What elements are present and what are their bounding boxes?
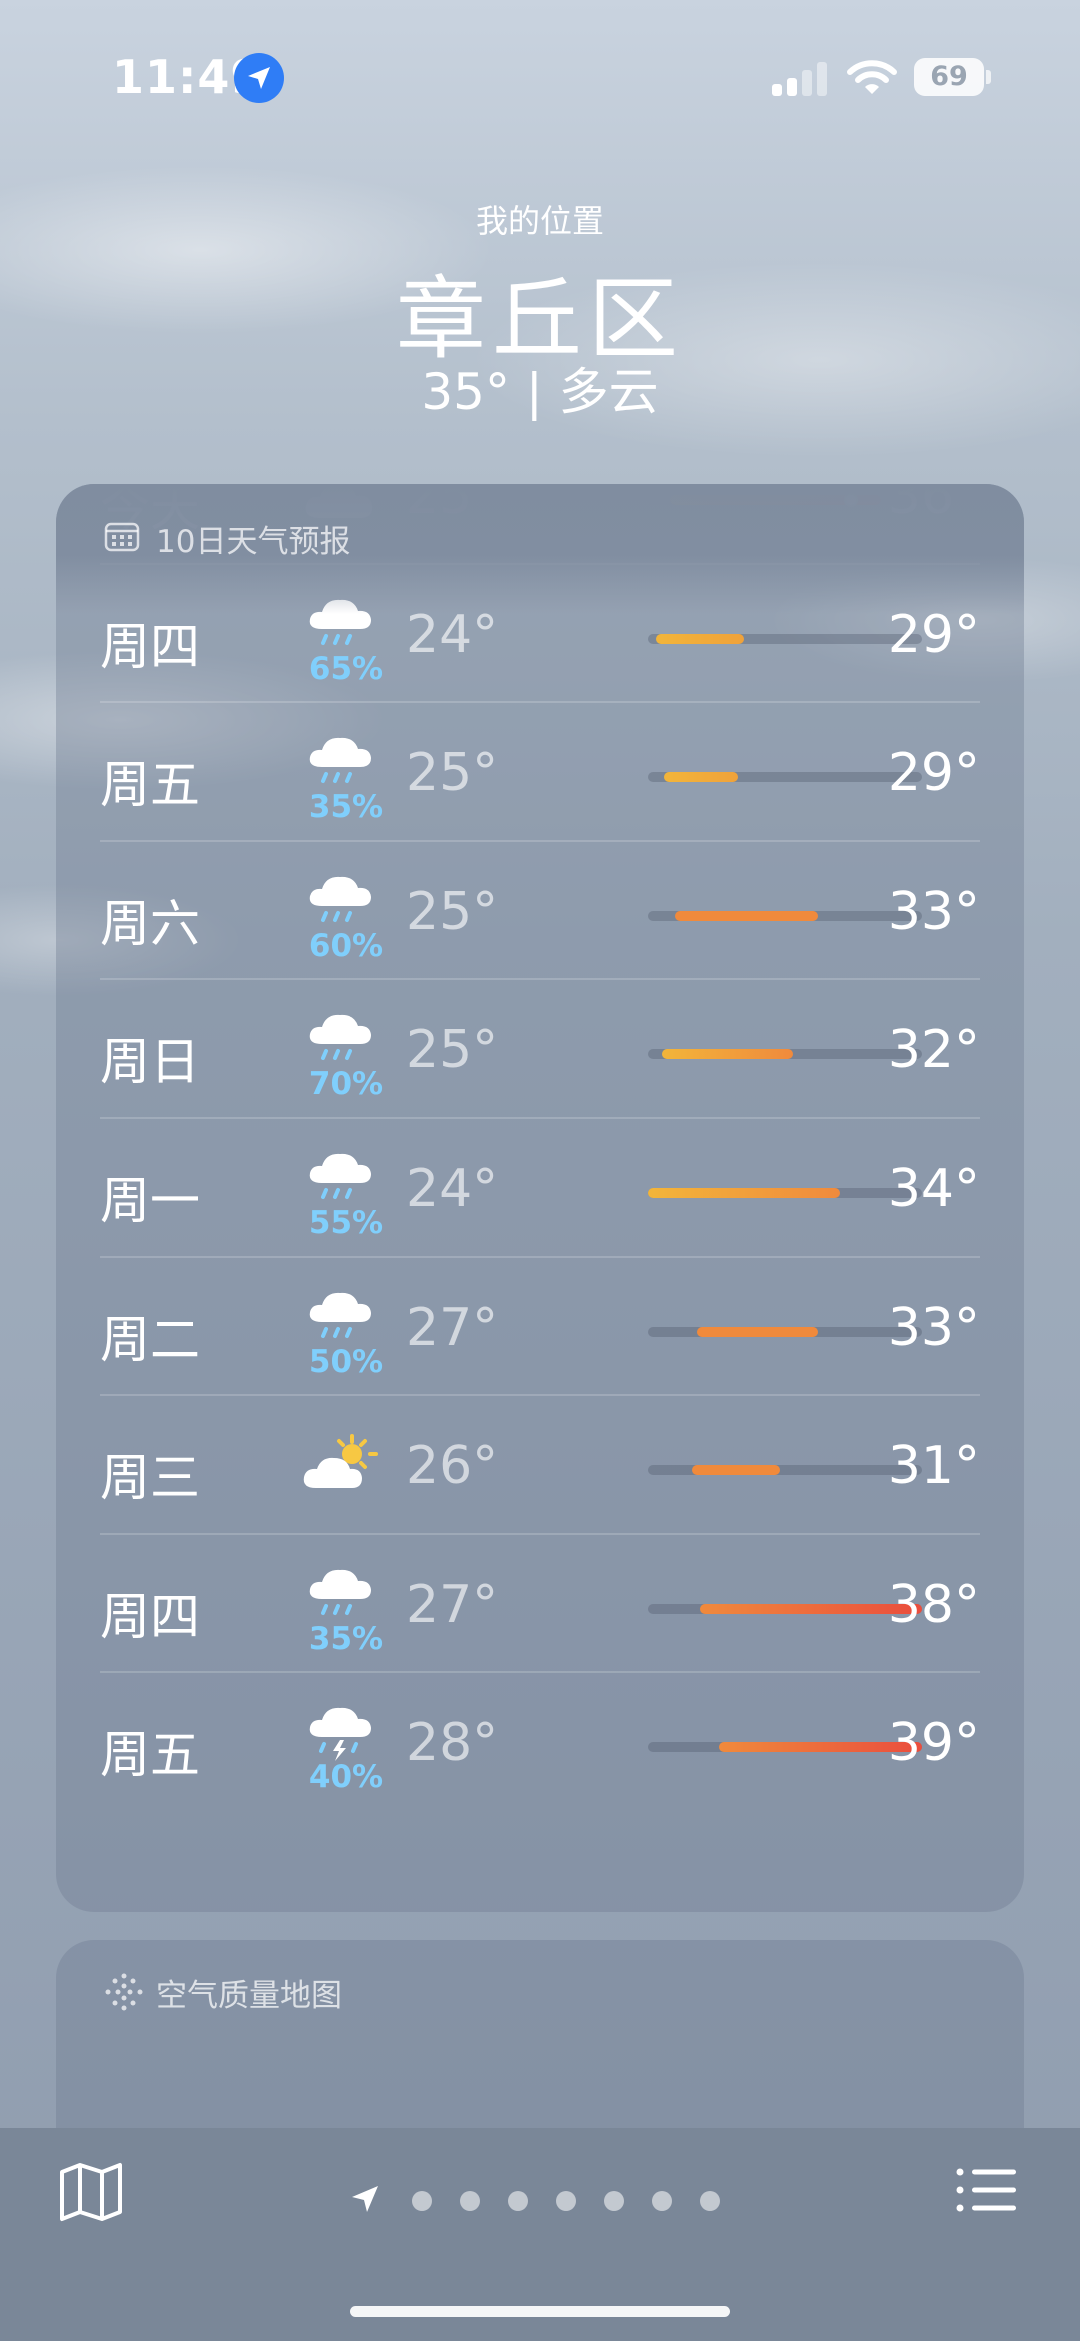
forecast-row[interactable]: 周三 26° 31°: [100, 1394, 980, 1532]
temperature-range-fill: [656, 633, 744, 644]
temperature-range-fill: [661, 1049, 794, 1060]
temperature-range-bar: [648, 1326, 922, 1337]
forecast-day-label: 周六: [100, 894, 200, 953]
forecast-row[interactable]: 周五 40% 28° 39°: [100, 1671, 980, 1809]
high-temperature: 29°: [887, 743, 980, 804]
row-divider: [100, 978, 980, 981]
low-temperature: 26°: [406, 1436, 499, 1497]
air-quality-title: 空气质量地图: [156, 1978, 342, 2014]
high-temperature: 32°: [887, 1020, 980, 1081]
temperature-range-bar: [648, 1188, 922, 1198]
cloud-rain-icon: [300, 1002, 390, 1072]
high-temperature: 31°: [887, 1436, 980, 1497]
cloud-rain-icon: [300, 1141, 390, 1211]
temperature-range-bar: [648, 1742, 922, 1753]
home-indicator: [350, 2306, 730, 2317]
ten-day-forecast-card[interactable]: 今天25°36°周四65%24°29°周五35%25°29°周六60%25°33…: [56, 484, 1024, 1912]
low-temperature: 24°: [406, 1159, 499, 1219]
temperature-range-bar: [648, 910, 922, 921]
row-divider: [100, 1255, 980, 1258]
page-dot[interactable]: [652, 2191, 672, 2211]
forecast-row[interactable]: 周日 70% 25° 32°: [100, 978, 980, 1116]
temperature-range-bar: [648, 1603, 922, 1614]
sun-cloud-icon: [300, 1430, 390, 1500]
low-temperature: 25°: [406, 743, 499, 804]
high-temperature: 33°: [887, 1297, 980, 1358]
precipitation-chance: 65%: [308, 650, 384, 687]
page-dot[interactable]: [460, 2191, 480, 2211]
air-quality-dots-icon: [105, 1973, 143, 2011]
temperature-range-fill: [664, 772, 739, 783]
high-temperature: 38°: [887, 1574, 980, 1635]
low-temperature: 27°: [406, 1297, 499, 1358]
page-dot[interactable]: [508, 2191, 528, 2211]
forecast-day-label: 周日: [100, 1033, 200, 1092]
cloud-storm-icon: [300, 1695, 390, 1765]
forecast-day-label: 周五: [100, 756, 200, 815]
precipitation-chance: 70%: [308, 1066, 384, 1103]
forecast-card-title: 10日天气预报: [156, 524, 351, 560]
current-location-page-icon: [352, 2186, 378, 2212]
battery-indicator: 69: [914, 58, 984, 96]
low-temperature: 27°: [406, 1574, 499, 1635]
precipitation-chance: 35%: [308, 1620, 384, 1657]
page-dot[interactable]: [700, 2191, 720, 2211]
forecast-row[interactable]: 周二 50% 27° 33°: [100, 1255, 980, 1394]
precipitation-chance: 40%: [308, 1759, 384, 1796]
forecast-row[interactable]: 周四 35% 27° 38°: [100, 1532, 980, 1671]
location-arrow-icon: [234, 53, 284, 103]
cloud-rain-icon: [300, 1280, 390, 1350]
forecast-row[interactable]: 周六 60% 25° 33°: [100, 839, 980, 978]
precipitation-chance: 55%: [308, 1205, 384, 1241]
forecast-day-label: 周五: [100, 1726, 200, 1785]
low-temperature: 25°: [406, 1020, 499, 1081]
high-temperature: 34°: [887, 1159, 980, 1219]
my-location-label: 我的位置: [475, 202, 604, 240]
cloud-rain-icon: [300, 725, 390, 795]
cloud-rain-icon: [300, 864, 390, 934]
row-divider: [100, 1532, 980, 1535]
battery-nub: [986, 70, 991, 84]
page-dot[interactable]: [556, 2191, 576, 2211]
low-temperature: 25°: [406, 881, 499, 942]
temperature-range-bar: [648, 633, 922, 644]
precipitation-chance: 60%: [308, 927, 384, 964]
forecast-row[interactable]: 周一 55% 24° 34°: [100, 1117, 980, 1255]
forecast-day-label: 周四: [100, 1587, 200, 1646]
row-divider: [100, 839, 980, 842]
row-divider: [100, 701, 980, 704]
temperature-range-bar: [648, 772, 922, 783]
temperature-range-bar: [648, 1049, 922, 1060]
page-dot[interactable]: [412, 2191, 432, 2211]
row-divider: [100, 1394, 980, 1397]
forecast-day-label: 周一: [100, 1172, 200, 1230]
current-conditions: 35° | 多云: [421, 363, 659, 421]
row-divider: [100, 1117, 980, 1119]
precipitation-chance: 50%: [308, 1343, 384, 1380]
forecast-row[interactable]: 周五 35% 25° 29°: [100, 701, 980, 839]
wifi-icon: [847, 60, 897, 94]
status-bar: 11:49 69: [0, 50, 1080, 110]
temperature-range-fill: [697, 1326, 818, 1337]
forecast-day-label: 周三: [100, 1449, 200, 1508]
forecast-day-label: 周二: [100, 1310, 200, 1369]
calendar-icon: [104, 522, 140, 552]
high-temperature: 39°: [887, 1713, 980, 1774]
page-dot[interactable]: [604, 2191, 624, 2211]
cloud-rain-icon: [300, 1557, 390, 1627]
row-divider: [100, 1671, 980, 1674]
map-icon[interactable]: [58, 2162, 124, 2222]
city-list-icon[interactable]: [956, 2166, 1018, 2214]
temperature-range-fill: [648, 1188, 840, 1198]
forecast-rows: 今天25°36°周四65%24°29°周五35%25°29°周六60%25°33…: [56, 484, 1024, 1912]
precipitation-chance: 35%: [308, 789, 384, 826]
temperature-range-fill: [691, 1465, 780, 1476]
temperature-range-bar: [648, 1465, 922, 1476]
temperature-range-fill: [675, 910, 818, 921]
cellular-signal-icon: [772, 60, 830, 96]
low-temperature: 28°: [406, 1713, 499, 1774]
forecast-day-label: 周四: [100, 617, 200, 676]
high-temperature: 33°: [887, 881, 980, 942]
